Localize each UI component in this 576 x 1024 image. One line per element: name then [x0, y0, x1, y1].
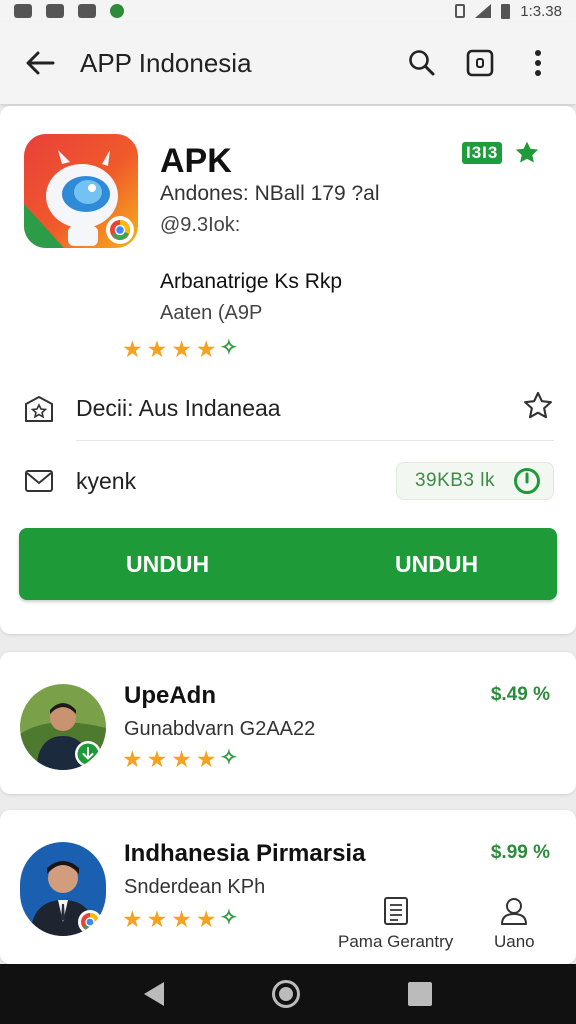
app-detail-card: APK I3I3 Andones: NBall 179 ?al @9.3Iok:… [0, 106, 576, 634]
size-pill[interactable]: 39KB3 lk [395, 462, 554, 500]
list-item-stars: ★ ★ ★ ★ ✧ [122, 908, 237, 931]
detail-text: Decii: Aus Indaneaa [76, 395, 281, 421]
avatar [20, 842, 106, 936]
star-icon: ★ [122, 336, 143, 362]
star-icon [516, 141, 539, 163]
install-label-left: UNDUH [126, 551, 210, 577]
rating-badge-text: I3I3 [462, 142, 503, 164]
battery-icon [501, 3, 511, 19]
size-label: kyenk [76, 467, 137, 494]
leaf-star-icon: ✧ [220, 907, 238, 929]
star-icon: ★ [122, 906, 143, 932]
nav-recents-icon[interactable] [408, 982, 432, 1006]
list-item-stars: ★ ★ ★ ★ ✧ [122, 748, 237, 771]
list-item-title: Indhanesia Pirmarsia [124, 840, 366, 867]
star-icon: ★ [195, 336, 217, 362]
notification-icon [14, 4, 32, 18]
signal-icon [475, 4, 492, 18]
favorite-button[interactable] [522, 390, 554, 427]
avatar [20, 684, 106, 770]
page-title: APP Indonesia [80, 47, 252, 78]
star-icon: ★ [171, 336, 192, 362]
status-bar: 1:3.38 [0, 0, 576, 22]
app-star-rating: ★ ★ ★ ★ ✧ [122, 338, 237, 361]
star-icon: ★ [171, 906, 192, 932]
app-icon[interactable] [24, 134, 138, 248]
bottom-nav-item-1[interactable]: Pama Gerantry [338, 896, 453, 952]
arrow-left-icon [26, 51, 55, 75]
list-item[interactable]: UpeAdn Gunabdvarn G2AA22 $.49 % ★ ★ ★ ★ … [0, 652, 576, 794]
app-notification-icon [110, 4, 124, 18]
app-secondary-info: @9.3Iok: [160, 214, 241, 236]
photo-icon [78, 4, 96, 18]
star-outline-icon [524, 391, 552, 419]
tabs-icon [466, 49, 494, 77]
person-photo-icon [20, 684, 106, 770]
person-photo-icon [20, 842, 106, 936]
list-item-price: $.99 % [490, 842, 550, 863]
app-name: APK [160, 142, 232, 180]
back-button[interactable] [0, 22, 80, 104]
lock-icon [46, 4, 64, 18]
document-icon [383, 897, 408, 925]
divider [76, 440, 554, 441]
star-icon: ★ [146, 336, 168, 362]
star-icon: ★ [146, 746, 168, 772]
star-icon: ★ [195, 746, 217, 772]
app-tagline: Arbanatrige Ks Rkp [160, 270, 343, 293]
list-item[interactable]: Indhanesia Pirmarsia Snderdean KPh $.99 … [0, 810, 576, 964]
leaf-star-icon: ✧ [220, 747, 238, 769]
nav-home-icon[interactable] [272, 980, 300, 1008]
store-icon [22, 392, 56, 426]
robot-mascot-icon [24, 134, 138, 248]
tabs-button[interactable] [460, 43, 500, 83]
size-pill-text: 39KB3 lk [414, 470, 495, 491]
leaf-star-icon: ✧ [220, 337, 238, 359]
install-button[interactable]: UNDUH UNDUH [19, 528, 557, 600]
star-icon: ★ [122, 746, 143, 772]
detail-row[interactable]: Decii: Aus Indaneaa [22, 390, 554, 427]
install-label-right: UNDUH [395, 551, 479, 577]
list-item-subtitle: Gunabdvarn G2AA22 [124, 718, 316, 740]
timer-icon [514, 468, 540, 494]
star-icon: ★ [195, 906, 217, 932]
search-icon [409, 50, 435, 76]
app-developer: Andones: NBall 179 ?al [160, 182, 380, 205]
more-options-button[interactable] [518, 43, 558, 83]
star-icon: ★ [146, 906, 168, 932]
mail-icon [22, 464, 56, 498]
bottom-nav-item-2[interactable]: Uano [494, 896, 535, 952]
bottom-nav-label: Pama Gerantry [338, 932, 454, 951]
person-icon [501, 898, 528, 925]
more-vert-icon [535, 50, 541, 76]
bluetooth-icon [455, 4, 466, 18]
list-item-subtitle: Snderdean KPh [124, 876, 266, 898]
search-button[interactable] [402, 43, 442, 83]
nav-back-icon[interactable] [144, 982, 164, 1006]
app-bar: APP Indonesia [0, 22, 576, 104]
size-row[interactable]: kyenk 39KB3 lk [22, 462, 554, 500]
status-time: 1:3.38 [520, 2, 562, 20]
rating-badge: I3I3 [462, 140, 540, 166]
list-item-price: $.49 % [490, 684, 550, 705]
system-nav-bar [0, 964, 576, 1024]
list-item-title: UpeAdn [124, 682, 216, 709]
bottom-nav-label: Uano [494, 932, 535, 951]
star-icon: ★ [171, 746, 192, 772]
app-version: Aaten (A9P [160, 302, 263, 324]
